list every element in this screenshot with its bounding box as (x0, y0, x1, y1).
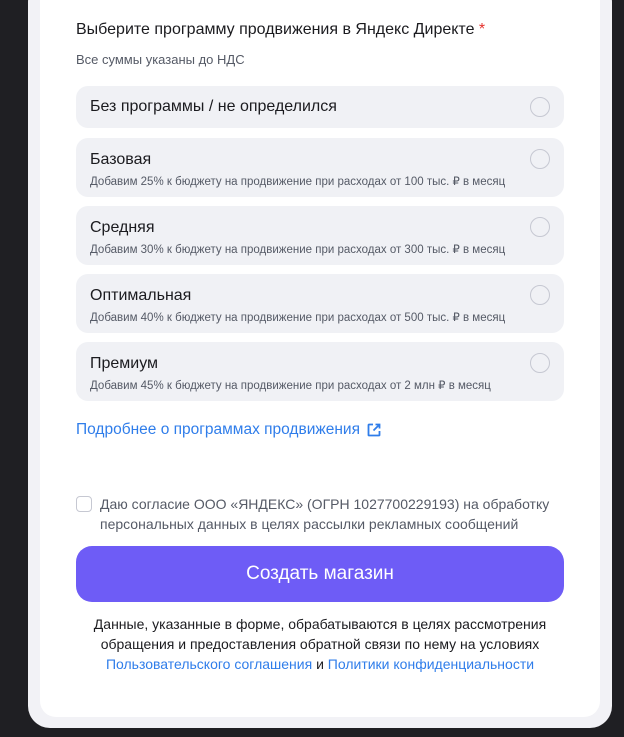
option-medium[interactable]: Средняя Добавим 30% к бюджету на продвиж… (76, 206, 564, 265)
details-link-label: Подробнее о программах продвижения (76, 421, 360, 438)
radio-button[interactable] (530, 149, 550, 169)
option-title: Средняя (90, 219, 155, 236)
option-no-program[interactable]: Без программы / не определился (76, 86, 564, 128)
privacy-link[interactable]: Политики конфиденциальности (328, 656, 534, 672)
required-mark: * (478, 21, 486, 38)
footer-notice: Данные, указанные в форме, обрабатываютс… (76, 614, 564, 674)
create-store-button[interactable]: Создать магазин (76, 546, 564, 602)
radio-button[interactable] (530, 285, 550, 305)
radio-button[interactable] (530, 217, 550, 237)
section-title: Выберите программу продвижения в Яндекс … (76, 21, 485, 39)
radio-button[interactable] (530, 97, 550, 117)
option-description: Добавим 45% к бюджету на продвижение при… (90, 380, 491, 392)
option-description: Добавим 30% к бюджету на продвижение при… (90, 244, 506, 256)
footer-notice-text: Данные, указанные в форме, обрабатываютс… (93, 616, 547, 652)
option-premium[interactable]: Премиум Добавим 45% к бюджету на продвиж… (76, 342, 564, 401)
option-title: Базовая (90, 151, 152, 168)
option-title: Оптимальная (90, 287, 192, 304)
section-title-text: Выберите программу продвижения в Яндекс … (76, 21, 475, 38)
option-description: Добавим 40% к бюджету на продвижение при… (90, 312, 506, 324)
details-link[interactable]: Подробнее о программах продвижения (76, 421, 382, 439)
section-subtitle: Все суммы указаны до НДС (76, 52, 245, 67)
terms-link[interactable]: Пользовательского соглашения (106, 656, 312, 672)
option-title: Без программы / не определился (90, 98, 337, 115)
option-title: Премиум (90, 355, 159, 372)
external-link-icon (367, 423, 381, 437)
option-optimal[interactable]: Оптимальная Добавим 40% к бюджету на про… (76, 274, 564, 333)
footer-conjunction: и (312, 656, 328, 672)
consent-text: Даю согласие ООО «ЯНДЕКС» (ОГРН 10277002… (100, 496, 550, 532)
option-basic[interactable]: Базовая Добавим 25% к бюджету на продвиж… (76, 138, 564, 197)
radio-button[interactable] (530, 353, 550, 373)
consent-checkbox[interactable] (76, 496, 92, 512)
option-description: Добавим 25% к бюджету на продвижение при… (90, 176, 506, 188)
